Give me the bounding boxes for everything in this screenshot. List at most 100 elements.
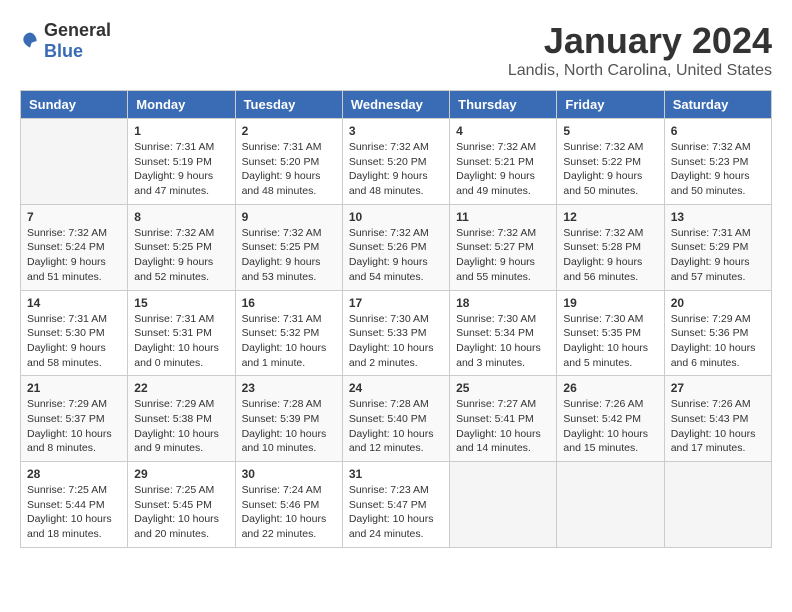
day-info: Sunrise: 7:28 AM Sunset: 5:40 PM Dayligh… xyxy=(349,397,443,456)
calendar-cell: 30Sunrise: 7:24 AM Sunset: 5:46 PM Dayli… xyxy=(235,462,342,548)
calendar-cell: 16 Sunrise: 7:31 AM Sunset: 5:32 PM Dayli… xyxy=(235,290,342,376)
day-info: Sunrise: 7:28 AM Sunset: 5:39 PM Dayligh… xyxy=(242,397,336,456)
calendar-table: SundayMondayTuesdayWednesdayThursdayFrid… xyxy=(20,90,772,548)
calendar-cell: 6Sunrise: 7:32 AM Sunset: 5:23 PM Daylig… xyxy=(664,119,771,205)
calendar-week-row: 21 Sunrise: 7:29 AM Sunset: 5:37 PM Dayli… xyxy=(21,376,772,462)
calendar-cell: 18 Sunrise: 7:30 AM Sunset: 5:34 PM Dayli… xyxy=(450,290,557,376)
calendar-week-row: 28 Sunrise: 7:25 AM Sunset: 5:44 PM Dayli… xyxy=(21,462,772,548)
calendar-week-row: 1 Sunrise: 7:31 AM Sunset: 5:19 PM Daylig… xyxy=(21,119,772,205)
title-section: January 2024 Landis, North Carolina, Uni… xyxy=(508,20,772,80)
day-number: 26 xyxy=(563,381,657,395)
day-info: Sunrise: 7:31 AM Sunset: 5:30 PM Dayligh… xyxy=(27,312,121,371)
day-info: Sunrise: 7:30 AM Sunset: 5:33 PM Dayligh… xyxy=(349,312,443,371)
day-info: Sunrise: 7:23 AM Sunset: 5:47 PM Dayligh… xyxy=(349,483,443,542)
calendar-cell: 31Sunrise: 7:23 AM Sunset: 5:47 PM Dayli… xyxy=(342,462,449,548)
day-info: Sunrise: 7:29 AM Sunset: 5:36 PM Dayligh… xyxy=(671,312,765,371)
calendar-cell: 22 Sunrise: 7:29 AM Sunset: 5:38 PM Dayli… xyxy=(128,376,235,462)
page-header: General Blue January 2024 Landis, North … xyxy=(20,20,772,80)
calendar-header-row: SundayMondayTuesdayWednesdayThursdayFrid… xyxy=(21,91,772,119)
calendar-cell: 17 Sunrise: 7:30 AM Sunset: 5:33 PM Dayli… xyxy=(342,290,449,376)
calendar-cell: 29Sunrise: 7:25 AM Sunset: 5:45 PM Dayli… xyxy=(128,462,235,548)
calendar-cell: 13Sunrise: 7:31 AM Sunset: 5:29 PM Dayli… xyxy=(664,204,771,290)
calendar-cell: 24 Sunrise: 7:28 AM Sunset: 5:40 PM Dayli… xyxy=(342,376,449,462)
calendar-cell: 14 Sunrise: 7:31 AM Sunset: 5:30 PM Dayli… xyxy=(21,290,128,376)
calendar-cell: 26 Sunrise: 7:26 AM Sunset: 5:42 PM Dayli… xyxy=(557,376,664,462)
day-number: 20 xyxy=(671,296,765,310)
day-number: 14 xyxy=(27,296,121,310)
day-info: Sunrise: 7:32 AM Sunset: 5:28 PM Dayligh… xyxy=(563,226,657,285)
calendar-cell: 10 Sunrise: 7:32 AM Sunset: 5:26 PM Dayli… xyxy=(342,204,449,290)
day-info: Sunrise: 7:31 AM Sunset: 5:19 PM Dayligh… xyxy=(134,140,228,199)
calendar-cell: 5 Sunrise: 7:32 AM Sunset: 5:22 PM Daylig… xyxy=(557,119,664,205)
day-info: Sunrise: 7:27 AM Sunset: 5:41 PM Dayligh… xyxy=(456,397,550,456)
calendar-cell: 3Sunrise: 7:32 AM Sunset: 5:20 PM Daylig… xyxy=(342,119,449,205)
calendar-header-wednesday: Wednesday xyxy=(342,91,449,119)
calendar-cell: 20 Sunrise: 7:29 AM Sunset: 5:36 PM Dayli… xyxy=(664,290,771,376)
day-number: 23 xyxy=(242,381,336,395)
day-number: 1 xyxy=(134,124,228,138)
calendar-cell: 28 Sunrise: 7:25 AM Sunset: 5:44 PM Dayli… xyxy=(21,462,128,548)
day-number: 22 xyxy=(134,381,228,395)
day-info: Sunrise: 7:32 AM Sunset: 5:26 PM Dayligh… xyxy=(349,226,443,285)
calendar-header-sunday: Sunday xyxy=(21,91,128,119)
day-number: 27 xyxy=(671,381,765,395)
day-info: Sunrise: 7:32 AM Sunset: 5:25 PM Dayligh… xyxy=(134,226,228,285)
logo: General Blue xyxy=(20,20,111,62)
day-number: 18 xyxy=(456,296,550,310)
day-info: Sunrise: 7:25 AM Sunset: 5:45 PM Dayligh… xyxy=(134,483,228,542)
calendar-cell: 4Sunrise: 7:32 AM Sunset: 5:21 PM Daylig… xyxy=(450,119,557,205)
calendar-cell xyxy=(664,462,771,548)
day-info: Sunrise: 7:29 AM Sunset: 5:37 PM Dayligh… xyxy=(27,397,121,456)
calendar-header-saturday: Saturday xyxy=(664,91,771,119)
day-number: 9 xyxy=(242,210,336,224)
day-info: Sunrise: 7:32 AM Sunset: 5:24 PM Dayligh… xyxy=(27,226,121,285)
day-number: 4 xyxy=(456,124,550,138)
day-number: 3 xyxy=(349,124,443,138)
day-number: 2 xyxy=(242,124,336,138)
day-number: 25 xyxy=(456,381,550,395)
calendar-cell: 7 Sunrise: 7:32 AM Sunset: 5:24 PM Daylig… xyxy=(21,204,128,290)
day-info: Sunrise: 7:30 AM Sunset: 5:35 PM Dayligh… xyxy=(563,312,657,371)
day-info: Sunrise: 7:31 AM Sunset: 5:31 PM Dayligh… xyxy=(134,312,228,371)
day-number: 15 xyxy=(134,296,228,310)
day-info: Sunrise: 7:32 AM Sunset: 5:27 PM Dayligh… xyxy=(456,226,550,285)
day-number: 12 xyxy=(563,210,657,224)
day-number: 30 xyxy=(242,467,336,481)
day-number: 7 xyxy=(27,210,121,224)
day-info: Sunrise: 7:30 AM Sunset: 5:34 PM Dayligh… xyxy=(456,312,550,371)
day-info: Sunrise: 7:29 AM Sunset: 5:38 PM Dayligh… xyxy=(134,397,228,456)
calendar-cell: 23 Sunrise: 7:28 AM Sunset: 5:39 PM Dayli… xyxy=(235,376,342,462)
day-info: Sunrise: 7:32 AM Sunset: 5:23 PM Dayligh… xyxy=(671,140,765,199)
day-number: 10 xyxy=(349,210,443,224)
main-title: January 2024 xyxy=(508,20,772,62)
day-number: 8 xyxy=(134,210,228,224)
day-number: 19 xyxy=(563,296,657,310)
calendar-week-row: 14 Sunrise: 7:31 AM Sunset: 5:30 PM Dayli… xyxy=(21,290,772,376)
calendar-cell: 27Sunrise: 7:26 AM Sunset: 5:43 PM Dayli… xyxy=(664,376,771,462)
day-number: 17 xyxy=(349,296,443,310)
logo-blue: Blue xyxy=(44,41,83,61)
day-number: 21 xyxy=(27,381,121,395)
day-number: 24 xyxy=(349,381,443,395)
calendar-cell xyxy=(450,462,557,548)
calendar-header-thursday: Thursday xyxy=(450,91,557,119)
day-info: Sunrise: 7:31 AM Sunset: 5:20 PM Dayligh… xyxy=(242,140,336,199)
calendar-cell: 2 Sunrise: 7:31 AM Sunset: 5:20 PM Daylig… xyxy=(235,119,342,205)
calendar-header-monday: Monday xyxy=(128,91,235,119)
calendar-cell xyxy=(557,462,664,548)
day-number: 5 xyxy=(563,124,657,138)
calendar-cell: 12 Sunrise: 7:32 AM Sunset: 5:28 PM Dayli… xyxy=(557,204,664,290)
day-info: Sunrise: 7:25 AM Sunset: 5:44 PM Dayligh… xyxy=(27,483,121,542)
calendar-cell: 19 Sunrise: 7:30 AM Sunset: 5:35 PM Dayli… xyxy=(557,290,664,376)
day-number: 16 xyxy=(242,296,336,310)
logo-icon xyxy=(20,31,40,51)
calendar-header-tuesday: Tuesday xyxy=(235,91,342,119)
calendar-header-friday: Friday xyxy=(557,91,664,119)
day-info: Sunrise: 7:32 AM Sunset: 5:22 PM Dayligh… xyxy=(563,140,657,199)
day-info: Sunrise: 7:26 AM Sunset: 5:42 PM Dayligh… xyxy=(563,397,657,456)
calendar-week-row: 7 Sunrise: 7:32 AM Sunset: 5:24 PM Daylig… xyxy=(21,204,772,290)
calendar-cell: 8 Sunrise: 7:32 AM Sunset: 5:25 PM Daylig… xyxy=(128,204,235,290)
calendar-cell: 21 Sunrise: 7:29 AM Sunset: 5:37 PM Dayli… xyxy=(21,376,128,462)
day-number: 28 xyxy=(27,467,121,481)
day-info: Sunrise: 7:31 AM Sunset: 5:32 PM Dayligh… xyxy=(242,312,336,371)
